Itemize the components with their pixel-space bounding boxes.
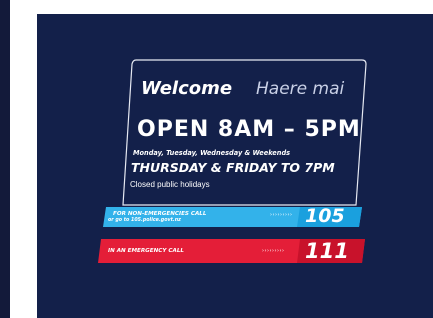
emergency-label: IN AN EMERGENCY CALL bbox=[108, 248, 184, 254]
welcome-english-text: Welcome bbox=[141, 78, 233, 99]
emergency-number: 111 bbox=[305, 239, 349, 263]
non-emergency-number: 105 bbox=[305, 205, 345, 227]
adjacent-panel-edge bbox=[0, 0, 10, 318]
welcome-maori-text: Haere mai bbox=[256, 79, 345, 99]
non-emergency-label: FOR NON-EMERGENCIES CALL bbox=[113, 211, 207, 217]
weekday-hours-text: Monday, Tuesday, Wednesday & Weekends bbox=[133, 148, 291, 157]
emergency-arrow-icon: ››››››››› bbox=[262, 248, 285, 254]
non-emergency-arrow-icon: ››››››››› bbox=[270, 212, 293, 218]
open-hours-text: OPEN 8AM – 5PM bbox=[137, 117, 361, 142]
late-hours-text: THURSDAY & FRIDAY TO 7PM bbox=[131, 160, 335, 175]
non-emergency-website-text: or go to 105.police.govt.nz bbox=[108, 218, 181, 223]
closed-holidays-text: Closed public holidays bbox=[130, 180, 210, 189]
